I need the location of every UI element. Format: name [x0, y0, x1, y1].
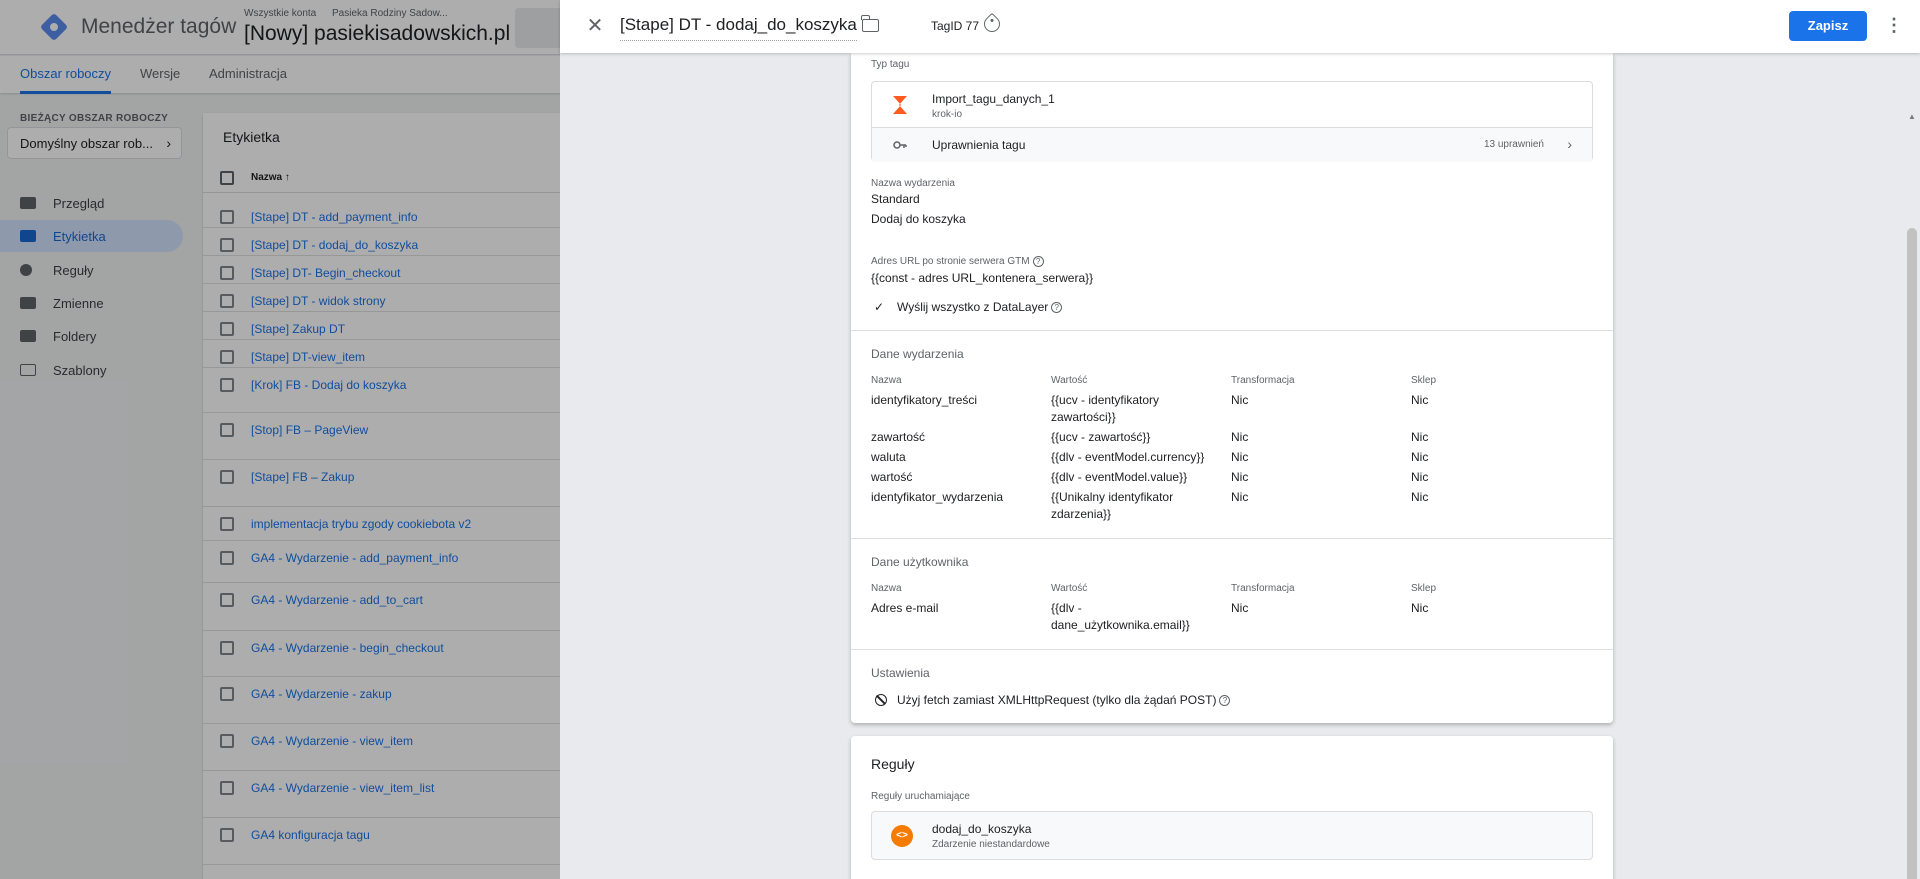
key-icon	[893, 141, 907, 149]
param-value-line: {{ucv - zawartość}}	[1051, 430, 1151, 444]
col-header-store: Sklep	[1411, 375, 1437, 386]
param-name: waluta	[871, 450, 906, 464]
col-header-transform: Transformacja	[1231, 375, 1295, 386]
tag-configuration-card[interactable]: Typ tagu Import_tagu_danych_1 krok-io Up…	[851, 53, 1613, 723]
event-data-title: Dane wydarzenia	[871, 347, 964, 361]
param-value-line: dane_użytkownika.email}}	[1051, 618, 1190, 632]
tag-permissions-row[interactable]: Uprawnienia tagu 13 uprawnień ›	[872, 128, 1592, 162]
triggers-title: Reguły	[871, 756, 915, 772]
col-header-name: Nazwa	[871, 375, 902, 386]
tag-type-row[interactable]: Import_tagu_danych_1 krok-io	[872, 82, 1592, 128]
folder-icon[interactable]	[861, 15, 879, 32]
send-all-datalayer: Wyślij wszystko z DataLayer?	[897, 300, 1063, 314]
param-store: Nic	[1411, 430, 1429, 444]
save-button[interactable]: Zapisz	[1789, 11, 1867, 41]
param-store: Nic	[1411, 490, 1429, 504]
param-transform: Nic	[1231, 450, 1249, 464]
param-transform: Nic	[1231, 430, 1249, 444]
param-value: {{Unikalny identyfikator zdarzenia}}	[1051, 489, 1173, 523]
param-value: {{dlv - dane_użytkownika.email}}	[1051, 600, 1190, 634]
event-name-value: Dodaj do koszyka	[871, 212, 966, 226]
param-value-line: zawartości}}	[1051, 410, 1116, 424]
sheet-header: ✕ [Stape] DT - dodaj_do_koszyka TagID 77…	[560, 0, 1920, 53]
param-store: Nic	[1411, 601, 1429, 615]
custom-event-icon: <>	[891, 825, 913, 847]
param-value-line: {{dlv - eventModel.value}}	[1051, 470, 1188, 484]
sheet-scroll-area: Typ tagu Import_tagu_danych_1 krok-io Up…	[560, 53, 1920, 879]
send-all-label: Wyślij wszystko z DataLayer	[897, 300, 1049, 314]
triggers-subtitle: Reguły uruchamiające	[871, 791, 970, 802]
param-value-line: {{ucv - identyfikatory	[1051, 393, 1160, 407]
more-vert-icon[interactable]: ⋮	[1885, 13, 1903, 37]
param-name: zawartość	[871, 430, 926, 444]
server-url-value: {{const - adres URL_kontenera_serwera}}	[871, 271, 1094, 285]
param-store: Nic	[1411, 393, 1429, 407]
scroll-up-arrow-icon[interactable]: ▲	[1907, 112, 1917, 122]
event-name-type: Standard	[871, 192, 920, 206]
param-value: {{ucv - identyfikatory zawartości}}	[1051, 392, 1159, 426]
col-header-value: Wartość	[1051, 375, 1088, 386]
param-value: {{dlv - eventModel.value}}	[1051, 469, 1187, 486]
help-icon[interactable]: ?	[1219, 695, 1231, 707]
fetch-setting-label: Użyj fetch zamiast XMLHttpRequest (tylko…	[897, 693, 1217, 707]
divider	[851, 330, 1613, 331]
help-icon[interactable]: ?	[1051, 302, 1063, 314]
server-url-label: Adres URL po stronie serwera GTM?	[871, 256, 1044, 267]
param-name: identyfikatory_treści	[871, 393, 978, 407]
permissions-label: Uprawnienia tagu	[932, 138, 1026, 152]
permissions-count: 13 uprawnień	[1483, 139, 1544, 150]
divider	[851, 538, 1613, 539]
param-transform: Nic	[1231, 393, 1249, 407]
param-store: Nic	[1411, 470, 1429, 484]
server-url-label-text: Adres URL po stronie serwera GTM	[871, 256, 1030, 268]
scrollbar-thumb[interactable]	[1907, 228, 1917, 879]
param-transform: Nic	[1231, 490, 1249, 504]
stape-logo-icon	[893, 96, 907, 114]
help-icon[interactable]: ?	[1032, 256, 1044, 267]
col-header-name: Nazwa	[871, 583, 902, 594]
param-name: Adres e-mail	[871, 601, 939, 615]
tag-editor-sheet: ✕ [Stape] DT - dodaj_do_koszyka TagID 77…	[560, 0, 1920, 879]
tag-type-name: Import_tagu_danych_1	[932, 92, 1055, 106]
param-value: {{ucv - zawartość}}	[1051, 429, 1150, 446]
check-icon: ✓	[874, 300, 885, 314]
param-transform: Nic	[1231, 470, 1249, 484]
col-header-store: Sklep	[1411, 583, 1437, 594]
tag-name-input[interactable]: [Stape] DT - dodaj_do_koszyka	[620, 15, 857, 41]
param-store: Nic	[1411, 450, 1429, 464]
param-name: wartość	[871, 470, 913, 484]
param-value: {{dlv - eventModel.currency}}	[1051, 449, 1204, 466]
event-name-label: Nazwa wydarzenia	[871, 178, 955, 189]
col-header-transform: Transformacja	[1231, 583, 1295, 594]
param-value-line: {{dlv -	[1051, 601, 1082, 615]
block-icon	[875, 694, 887, 706]
trigger-name: dodaj_do_koszyka	[932, 822, 1032, 836]
user-data-title: Dane użytkownika	[871, 555, 969, 569]
tag-id: TagID 77	[931, 19, 980, 33]
triggering-card[interactable]: Reguły Reguły uruchamiające <> dodaj_do_…	[851, 736, 1613, 879]
fetch-setting: Użyj fetch zamiast XMLHttpRequest (tylko…	[897, 693, 1231, 707]
close-icon[interactable]: ✕	[582, 13, 608, 39]
tag-type-box: Import_tagu_danych_1 krok-io Uprawnienia…	[871, 81, 1593, 162]
trigger-item[interactable]: <> dodaj_do_koszyka Zdarzenie niestandar…	[871, 811, 1593, 860]
tag-type-label: Typ tagu	[871, 59, 910, 70]
param-value-line: zdarzenia}}	[1051, 507, 1112, 521]
chevron-right-icon: ›	[1567, 136, 1572, 152]
trigger-type: Zdarzenie niestandardowe	[932, 839, 1050, 850]
param-name: identyfikator_wydarzenia	[871, 490, 1004, 504]
divider	[851, 649, 1613, 650]
settings-title: Ustawienia	[871, 666, 930, 680]
param-transform: Nic	[1231, 601, 1249, 615]
param-value-line: {{Unikalny identyfikator	[1051, 490, 1174, 504]
tag-id-icon[interactable]	[980, 12, 1004, 36]
col-header-value: Wartość	[1051, 583, 1088, 594]
tag-type-vendor: krok-io	[932, 109, 963, 120]
param-value-line: {{dlv - eventModel.currency}}	[1051, 450, 1205, 464]
